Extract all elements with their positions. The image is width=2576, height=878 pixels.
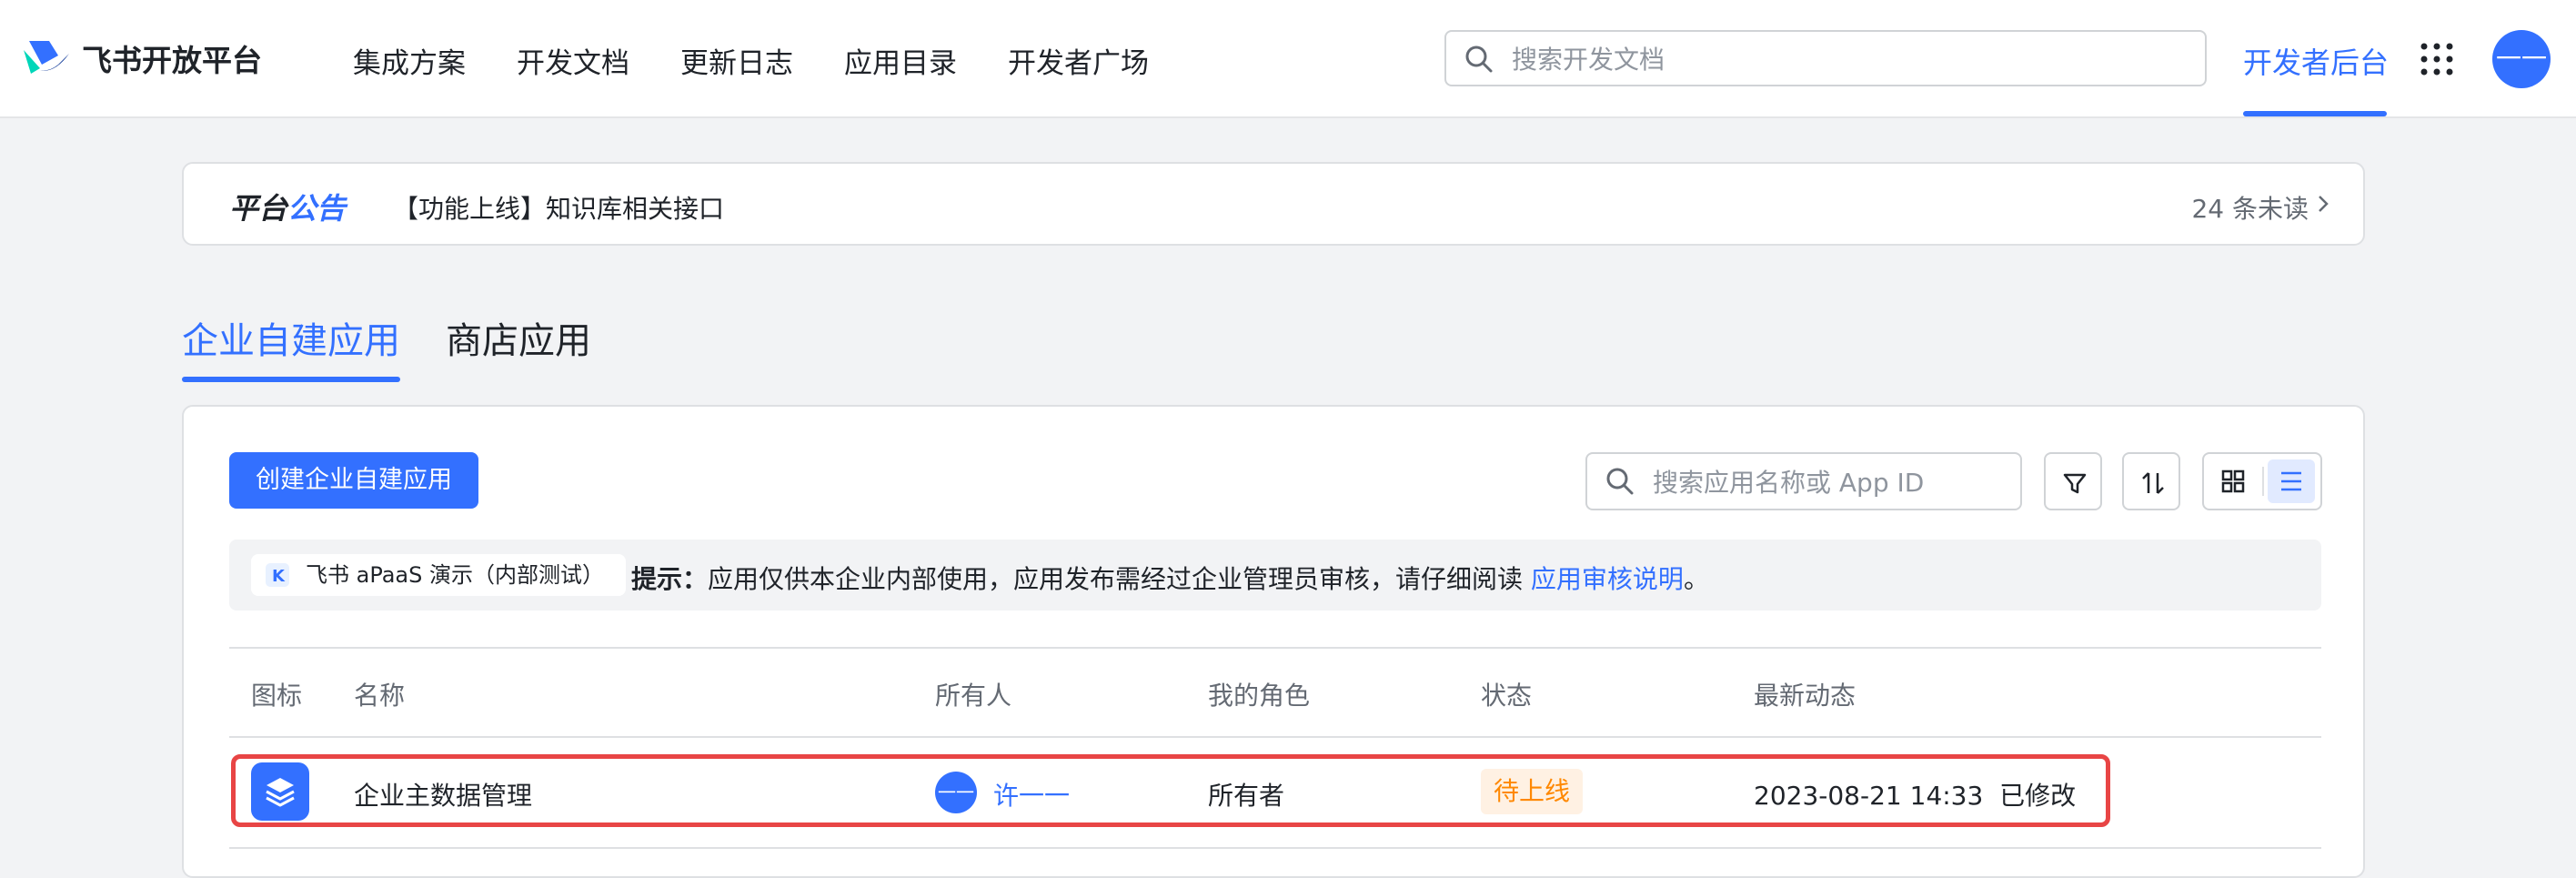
- tab-enterprise-apps[interactable]: 企业自建应用: [182, 311, 400, 364]
- view-switch-divider: [2262, 467, 2264, 496]
- nav-item-docs[interactable]: 开发文档: [517, 40, 629, 81]
- nav-item-changelog[interactable]: 更新日志: [680, 40, 793, 81]
- doc-search-input[interactable]: [1510, 39, 2187, 79]
- layers-icon: [266, 778, 295, 807]
- create-app-button[interactable]: 创建企业自建应用: [229, 452, 478, 509]
- hint-label: 提示：: [631, 564, 709, 594]
- app-list-panel: 创建企业自建应用 搜索应用名称或 App ID K 飞书 aPaaS 演示（内部…: [182, 405, 2365, 878]
- nav-item-developer-square[interactable]: 开发者广场: [1008, 40, 1149, 81]
- app-icon: [251, 762, 309, 821]
- tenant-logo-icon: K: [266, 563, 289, 587]
- active-tab-indicator: [182, 377, 400, 382]
- header-owner: 所有人: [935, 681, 1012, 711]
- hint-bar: K 飞书 aPaaS 演示（内部测试） 提示：应用仅供本企业内部使用，应用发布需…: [229, 540, 2321, 611]
- sort-button[interactable]: [2122, 452, 2180, 510]
- logo-text: 飞书开放平台: [82, 43, 262, 78]
- list-view-icon: [2281, 471, 2301, 491]
- user-avatar[interactable]: 一一: [2492, 30, 2551, 88]
- hint-end: 。: [1683, 564, 1709, 594]
- header-icon: 图标: [251, 681, 303, 711]
- nav-item-solutions[interactable]: 集成方案: [353, 40, 466, 81]
- doc-search-box[interactable]: [1444, 30, 2207, 86]
- filter-icon: [2063, 473, 2087, 494]
- search-icon: [1465, 45, 1493, 73]
- svg-text:K: K: [272, 567, 286, 586]
- announcement-text[interactable]: 【功能上线】知识库相关接口: [393, 189, 724, 226]
- top-nav-bar: 飞书开放平台 集成方案 开发文档 更新日志 应用目录 开发者广场 开发者后台 一…: [0, 0, 2576, 118]
- logo[interactable]: 飞书开放平台: [22, 36, 262, 80]
- filter-button[interactable]: [2044, 452, 2102, 510]
- active-nav-indicator: [2243, 111, 2387, 116]
- tab-store-apps[interactable]: 商店应用: [446, 311, 591, 364]
- nav-item-app-directory[interactable]: 应用目录: [844, 40, 957, 81]
- tenant-selector[interactable]: K 飞书 aPaaS 演示（内部测试）: [251, 554, 627, 596]
- table-header: 图标 名称 所有人 我的角色 状态 最新动态: [229, 647, 2321, 738]
- app-search-box[interactable]: [1585, 452, 2022, 510]
- hint-message: 提示：应用仅供本企业内部使用，应用发布需经过企业管理员审核，请仔细阅读 应用审核…: [631, 560, 1709, 596]
- header-status: 状态: [1481, 681, 1533, 711]
- unread-count-link[interactable]: 24 条未读: [2191, 189, 2309, 226]
- header-my-role: 我的角色: [1208, 681, 1311, 711]
- main-nav: 集成方案 开发文档 更新日志 应用目录 开发者广场: [353, 40, 1200, 81]
- announcement-title: 平台公告: [229, 186, 346, 227]
- grid-view-icon: [2221, 469, 2245, 493]
- my-role: 所有者: [1208, 781, 1285, 811]
- app-grid-icon[interactable]: [2420, 42, 2454, 76]
- view-switcher: [2202, 452, 2322, 510]
- owner-avatar: 一一: [935, 772, 977, 813]
- latest-activity: 2023-08-21 14:33 已修改: [1754, 781, 2077, 811]
- feishu-logo-icon: [24, 41, 69, 74]
- table-row[interactable]: 企业主数据管理 一一 许一一 所有者 待上线 2023-08-21 14:33 …: [229, 738, 2321, 849]
- search-icon: [1606, 468, 1634, 495]
- chevron-right-icon[interactable]: [2314, 191, 2332, 217]
- review-guide-link[interactable]: 应用审核说明: [1531, 564, 1684, 594]
- sort-icon: [2142, 472, 2164, 494]
- tenant-name: 飞书 aPaaS 演示（内部测试）: [306, 562, 605, 588]
- header-name: 名称: [354, 681, 406, 711]
- grid-view-button[interactable]: [2209, 459, 2257, 503]
- announcement-title-part1: 平台: [229, 191, 288, 226]
- platform-announcement: 平台公告 【功能上线】知识库相关接口 24 条未读: [182, 162, 2365, 246]
- developer-console-link[interactable]: 开发者后台: [2243, 40, 2389, 82]
- hint-text: 应用仅供本企业内部使用，应用发布需经过企业管理员审核，请仔细阅读: [708, 564, 1531, 594]
- app-type-tabs: 企业自建应用 商店应用: [182, 311, 637, 364]
- header-latest-activity: 最新动态: [1754, 681, 1857, 711]
- status-badge: 待上线: [1481, 769, 1584, 814]
- app-search-input[interactable]: [1651, 462, 2009, 502]
- owner-name[interactable]: 许一一: [993, 776, 1070, 812]
- list-view-button[interactable]: [2268, 459, 2315, 503]
- app-name[interactable]: 企业主数据管理: [354, 776, 532, 812]
- announcement-title-part2: 公告: [287, 191, 347, 226]
